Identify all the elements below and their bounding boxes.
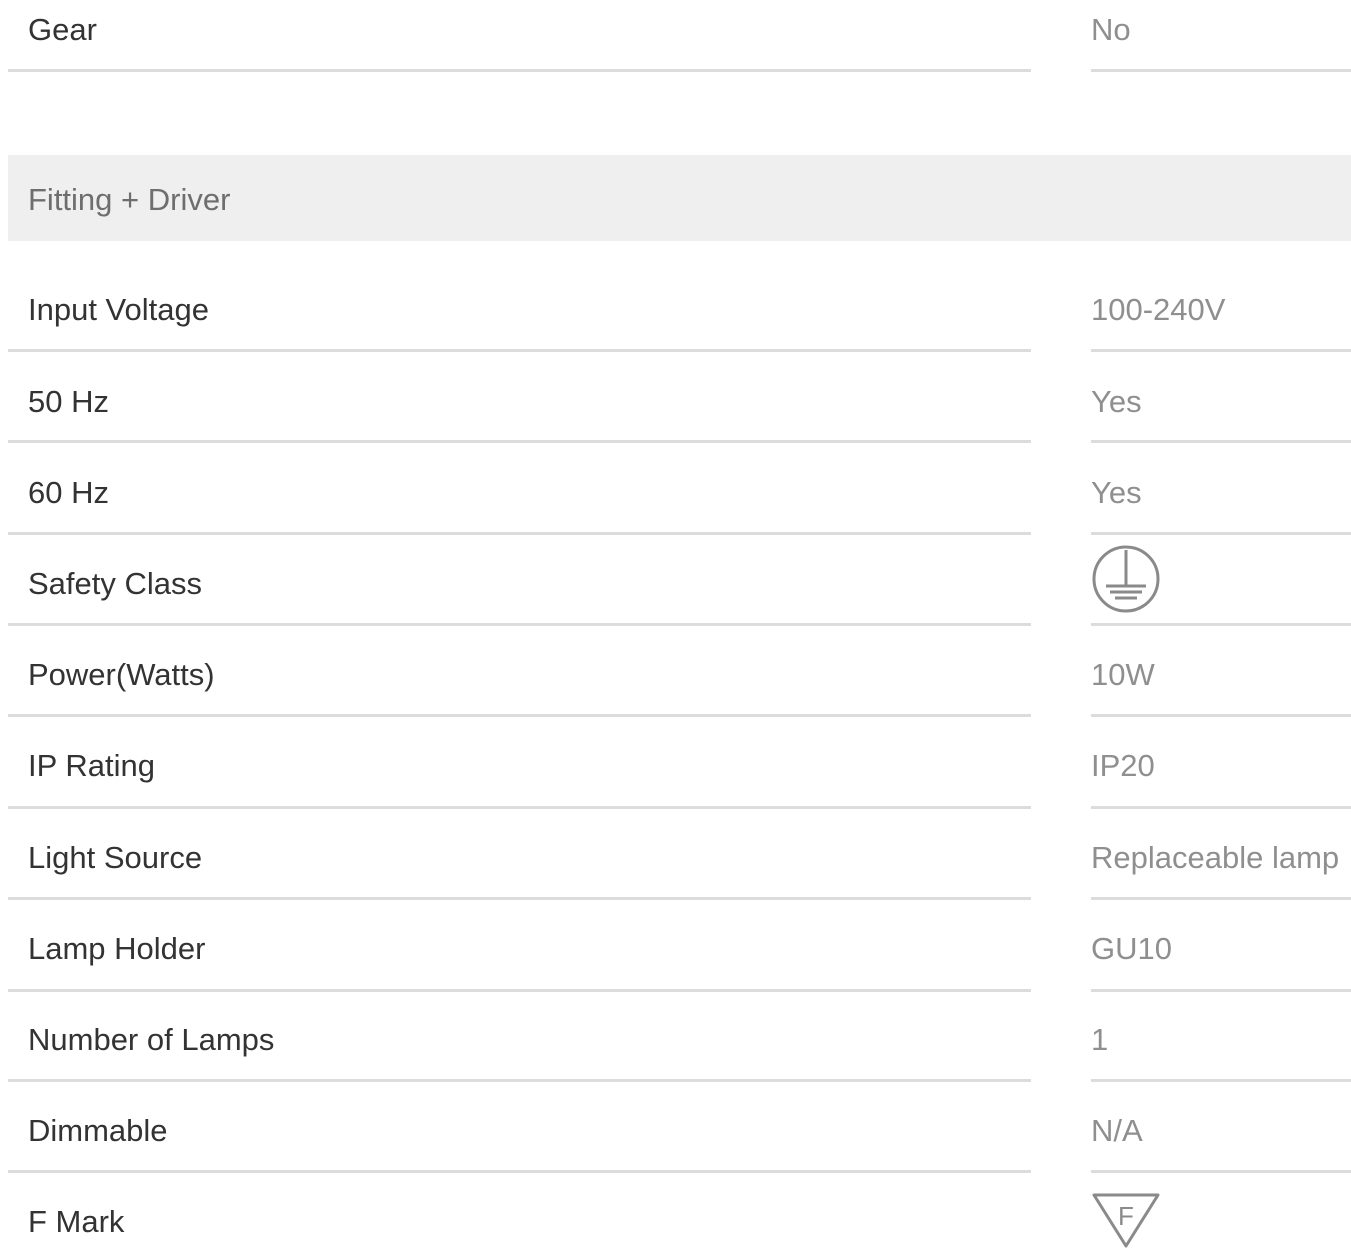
spec-row-number-of-lamps: Number of Lamps 1 (0, 1005, 1351, 1097)
spec-label: Lamp Holder (28, 931, 206, 966)
spec-value: GU10 (1091, 931, 1172, 966)
spec-value: Replaceable lamp (1091, 840, 1340, 875)
spec-row-gear: Gear No (0, 0, 1351, 87)
row-divider (1091, 1170, 1351, 1173)
row-divider (1091, 623, 1351, 626)
row-divider (8, 1079, 1031, 1082)
row-divider (1091, 440, 1351, 443)
spec-label: Number of Lamps (28, 1022, 275, 1057)
spec-value: IP20 (1091, 748, 1155, 783)
spec-label: Light Source (28, 840, 203, 875)
spec-label: 50 Hz (28, 384, 109, 419)
spec-row-safety-class: Safety Class (0, 545, 1351, 641)
row-divider (1091, 349, 1351, 352)
spec-label: IP Rating (28, 748, 155, 783)
row-divider (1091, 989, 1351, 992)
row-divider (8, 1170, 1031, 1173)
row-divider (8, 440, 1031, 443)
spec-value: Yes (1091, 475, 1142, 510)
spec-value: Yes (1091, 384, 1142, 419)
spec-value: 100-240V (1091, 292, 1226, 327)
spec-label: Gear (28, 12, 97, 47)
row-divider (8, 532, 1031, 535)
row-divider (1091, 532, 1351, 535)
row-divider (1091, 897, 1351, 900)
row-divider (1091, 714, 1351, 717)
row-divider (8, 989, 1031, 992)
spec-label: 60 Hz (28, 475, 109, 510)
row-divider (8, 349, 1031, 352)
spec-row-ip-rating: IP Rating IP20 (0, 731, 1351, 823)
spec-label: Input Voltage (28, 292, 209, 327)
spec-row-60hz: 60 Hz Yes (0, 458, 1351, 550)
row-divider (8, 806, 1031, 809)
f-mark-triangle-icon: F (1092, 1193, 1160, 1248)
row-divider (8, 69, 1031, 72)
f-mark-letter: F (1118, 1201, 1134, 1231)
row-divider (8, 714, 1031, 717)
spec-row-lamp-holder: Lamp Holder GU10 (0, 914, 1351, 1006)
spec-row-50hz: 50 Hz Yes (0, 367, 1351, 459)
spec-value: N/A (1091, 1113, 1143, 1148)
spec-label: Power(Watts) (28, 657, 215, 692)
spec-row-light-source: Light Source Replaceable lamp (0, 823, 1351, 915)
spec-row-dimmable: Dimmable N/A (0, 1096, 1351, 1188)
earth-ground-class-1-icon (1092, 545, 1160, 613)
row-divider (1091, 806, 1351, 809)
row-divider (8, 623, 1031, 626)
spec-value: No (1091, 12, 1131, 47)
section-header: Fitting + Driver (8, 155, 1351, 241)
spec-value: 1 (1091, 1022, 1109, 1057)
spec-row-f-mark: F Mark F (0, 1187, 1351, 1248)
spec-row-power: Power(Watts) 10W (0, 640, 1351, 732)
spec-label: Safety Class (28, 566, 203, 601)
spec-value: 10W (1091, 657, 1155, 692)
row-divider (1091, 1079, 1351, 1082)
row-divider (8, 897, 1031, 900)
spec-label: Dimmable (28, 1113, 168, 1148)
spec-label: F Mark (28, 1204, 125, 1239)
section-title: Fitting + Driver (28, 182, 231, 217)
row-divider (1091, 69, 1351, 72)
spec-row-input-voltage: Input Voltage 100-240V (0, 275, 1351, 367)
